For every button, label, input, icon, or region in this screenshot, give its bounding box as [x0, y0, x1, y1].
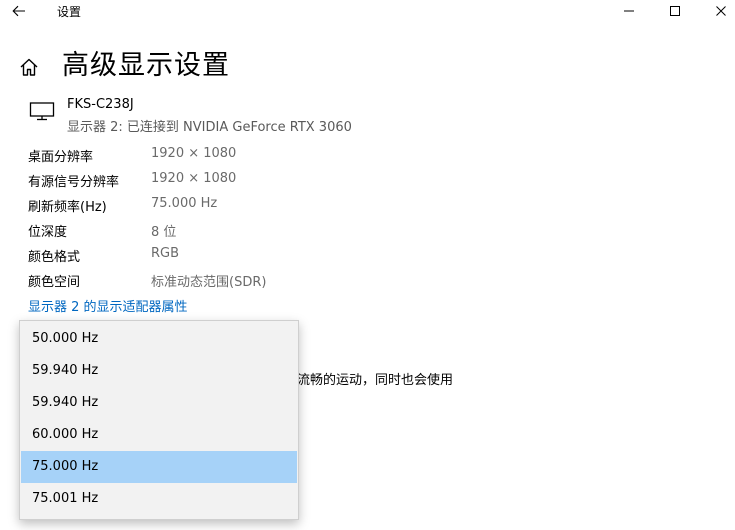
close-icon: [716, 6, 726, 16]
maximize-icon: [670, 6, 680, 16]
maximize-button[interactable]: [660, 0, 690, 22]
refresh-rate-option[interactable]: 59.940 Hz: [21, 387, 297, 419]
bit-depth-value: 8 位: [151, 225, 177, 240]
title-bar: 设置: [0, 0, 735, 22]
bit-depth-label: 位深度: [28, 225, 68, 240]
refresh-rate-option[interactable]: 60.000 Hz: [21, 419, 297, 451]
color-format-value: RGB: [151, 246, 180, 261]
minimize-button[interactable]: [614, 0, 644, 22]
monitor-description: 显示器 2: 已连接到 NVIDIA GeForce RTX 3060: [67, 120, 352, 135]
refresh-rate-value: 75.000 Hz: [151, 196, 218, 211]
back-button[interactable]: [6, 0, 32, 22]
refresh-rate-dropdown[interactable]: 50.000 Hz 59.940 Hz 59.940 Hz 60.000 Hz …: [19, 320, 299, 520]
back-arrow-icon: [12, 5, 25, 17]
active-signal-resolution-label: 有源信号分辨率: [28, 175, 120, 190]
active-signal-resolution-value: 1920 × 1080: [151, 171, 237, 186]
page-title: 高级显示设置: [62, 50, 230, 81]
minimize-icon: [624, 10, 634, 12]
window-title: 设置: [57, 5, 82, 19]
refresh-rate-label: 刷新频率(Hz): [28, 200, 107, 215]
color-space-label: 颜色空间: [28, 275, 81, 290]
refresh-rate-option[interactable]: 59.940 Hz: [21, 355, 297, 387]
desktop-resolution-value: 1920 × 1080: [151, 146, 237, 161]
color-format-label: 颜色格式: [28, 250, 81, 265]
home-icon[interactable]: [18, 56, 40, 78]
refresh-rate-option[interactable]: 75.001 Hz: [21, 483, 297, 515]
display-adapter-properties-link[interactable]: 显示器 2 的显示适配器属性: [28, 296, 188, 315]
refresh-rate-option[interactable]: 50.000 Hz: [21, 323, 297, 355]
refresh-rate-option-selected[interactable]: 75.000 Hz: [21, 451, 297, 483]
refresh-rate-description-text: 流畅的运动，同时也会使用: [297, 373, 454, 388]
monitor-name: FKS-C238J: [67, 97, 134, 112]
monitor-icon: [29, 102, 55, 121]
color-space-value: 标准动态范围(SDR): [151, 275, 267, 290]
desktop-resolution-label: 桌面分辨率: [28, 150, 94, 165]
close-button[interactable]: [706, 0, 735, 22]
